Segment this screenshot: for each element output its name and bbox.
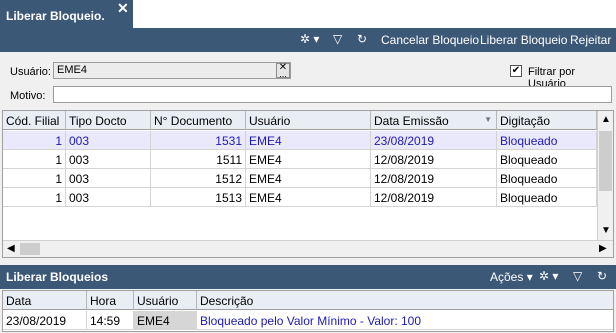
col-hora[interactable]: Hora <box>87 291 134 310</box>
cell-data-emissao: 12/08/2019 <box>371 169 497 188</box>
cell-data-emissao: 12/08/2019 <box>371 188 497 207</box>
scroll-left-icon[interactable]: ◀ <box>7 243 15 254</box>
col-data[interactable]: Data <box>3 291 87 310</box>
close-icon[interactable]: ✕ <box>117 1 129 15</box>
actions-label: Ações <box>490 270 524 284</box>
cancel-block-button[interactable]: Cancelar Bloqueio <box>381 33 479 47</box>
refresh-icon[interactable]: ↻ <box>357 32 367 46</box>
panel-header: Liberar Bloqueios Ações ▾ ✲ ▾ ▽ ↻ <box>0 265 616 289</box>
horizontal-scrollbar[interactable]: ◀ ▶ <box>3 240 613 257</box>
cell-n-documento: 1511 <box>151 150 246 169</box>
lookup-dots: ... <box>279 69 287 79</box>
col-data-emissao[interactable]: Data Emissão ▼ <box>371 111 497 130</box>
cell-tipo-docto: 003 <box>66 131 151 150</box>
usuario-label: Usuário: <box>10 66 51 78</box>
window: Liberar Bloqueio. ✕ ✲ ▾ ▽ ↻ Cancelar Blo… <box>0 0 616 333</box>
cell-data: 23/08/2019 <box>3 311 87 330</box>
col-usuario[interactable]: Usuário <box>246 111 371 130</box>
cell-cod-filial: 1 <box>3 150 66 169</box>
col-n-documento[interactable]: N° Documento <box>151 111 246 130</box>
refresh-icon[interactable]: ↻ <box>597 269 607 283</box>
actions-menu-button[interactable]: Ações ▾ <box>490 270 533 284</box>
toolbar: ✲ ▾ ▽ ↻ Cancelar Bloqueio Liberar Bloque… <box>0 28 616 52</box>
col-cod-filial[interactable]: Cód. Filial <box>3 111 66 130</box>
panel-title: Liberar Bloqueios <box>6 270 109 284</box>
funnel-icon[interactable]: ▽ <box>333 32 342 46</box>
gear-icon[interactable]: ✲ ▾ <box>539 269 558 283</box>
tab-title: Liberar Bloqueio. <box>6 9 105 23</box>
block-history-grid: Data Hora Usuário Descrição 23/08/2019 1… <box>2 290 614 332</box>
cell-n-documento: 1512 <box>151 169 246 188</box>
cell-usuario: EME4 <box>246 131 371 150</box>
horizontal-scroll-thumb[interactable] <box>20 243 40 255</box>
cell-descricao: Bloqueado pelo Valor Mínimo - Valor: 100 <box>197 311 613 330</box>
motivo-label: Motivo: <box>10 90 46 102</box>
blocked-documents-grid: Cód. Filial Tipo Docto N° Documento Usuá… <box>2 110 614 258</box>
col-tipo-docto[interactable]: Tipo Docto <box>66 111 151 130</box>
cell-usuario: EME4 <box>246 169 371 188</box>
gear-icon[interactable]: ✲ ▾ <box>300 32 319 46</box>
col-data-emissao-label: Data Emissão <box>374 114 449 128</box>
cell-digitacao: Bloqueado <box>497 131 597 150</box>
check-icon: ✔ <box>511 65 521 76</box>
cell-data-emissao: 12/08/2019 <box>371 150 497 169</box>
col-descricao[interactable]: Descrição <box>197 291 613 310</box>
funnel-icon[interactable]: ▽ <box>573 269 582 283</box>
usuario-field[interactable]: EME4 <box>53 62 291 79</box>
cell-n-documento: 1513 <box>151 188 246 207</box>
scroll-up-icon[interactable]: ▲ <box>601 114 611 125</box>
cell-usuario: EME4 <box>134 311 197 330</box>
vertical-scrollbar[interactable]: ▲ ▼ <box>597 111 613 241</box>
cell-digitacao: Bloqueado <box>497 169 597 188</box>
cell-usuario: EME4 <box>246 150 371 169</box>
cell-tipo-docto: 003 <box>66 169 151 188</box>
col-digitacao[interactable]: Digitação <box>497 111 597 130</box>
col-usuario[interactable]: Usuário <box>134 291 197 310</box>
reject-button[interactable]: Rejeitar <box>570 33 611 47</box>
filter-by-user-checkbox[interactable]: ✔ <box>510 65 522 77</box>
vertical-scroll-thumb[interactable] <box>599 131 612 191</box>
cell-n-documento: 1531 <box>151 131 246 150</box>
usuario-value: EME4 <box>57 64 87 76</box>
cell-data-emissao: 23/08/2019 <box>371 131 497 150</box>
cell-cod-filial: 1 <box>3 169 66 188</box>
tab-liberar-bloqueio[interactable]: Liberar Bloqueio. ✕ <box>0 0 133 28</box>
usuario-lookup-button[interactable]: ✕ ... <box>276 63 290 79</box>
sort-desc-icon: ▼ <box>484 115 492 124</box>
grid-header: Cód. Filial Tipo Docto N° Documento Usuá… <box>3 111 597 130</box>
tab-strip: Liberar Bloqueio. ✕ <box>0 0 616 28</box>
cell-digitacao: Bloqueado <box>497 188 597 207</box>
cell-hora: 14:59 <box>87 311 134 330</box>
cell-cod-filial: 1 <box>3 188 66 207</box>
cell-tipo-docto: 003 <box>66 150 151 169</box>
motivo-field[interactable] <box>53 86 612 103</box>
cell-usuario: EME4 <box>246 188 371 207</box>
cell-tipo-docto: 003 <box>66 188 151 207</box>
cell-cod-filial: 1 <box>3 131 66 150</box>
release-block-button[interactable]: Liberar Bloqueio <box>480 33 567 47</box>
scroll-right-icon[interactable]: ▶ <box>599 243 607 254</box>
scroll-down-icon[interactable]: ▼ <box>601 225 611 236</box>
cell-digitacao: Bloqueado <box>497 150 597 169</box>
